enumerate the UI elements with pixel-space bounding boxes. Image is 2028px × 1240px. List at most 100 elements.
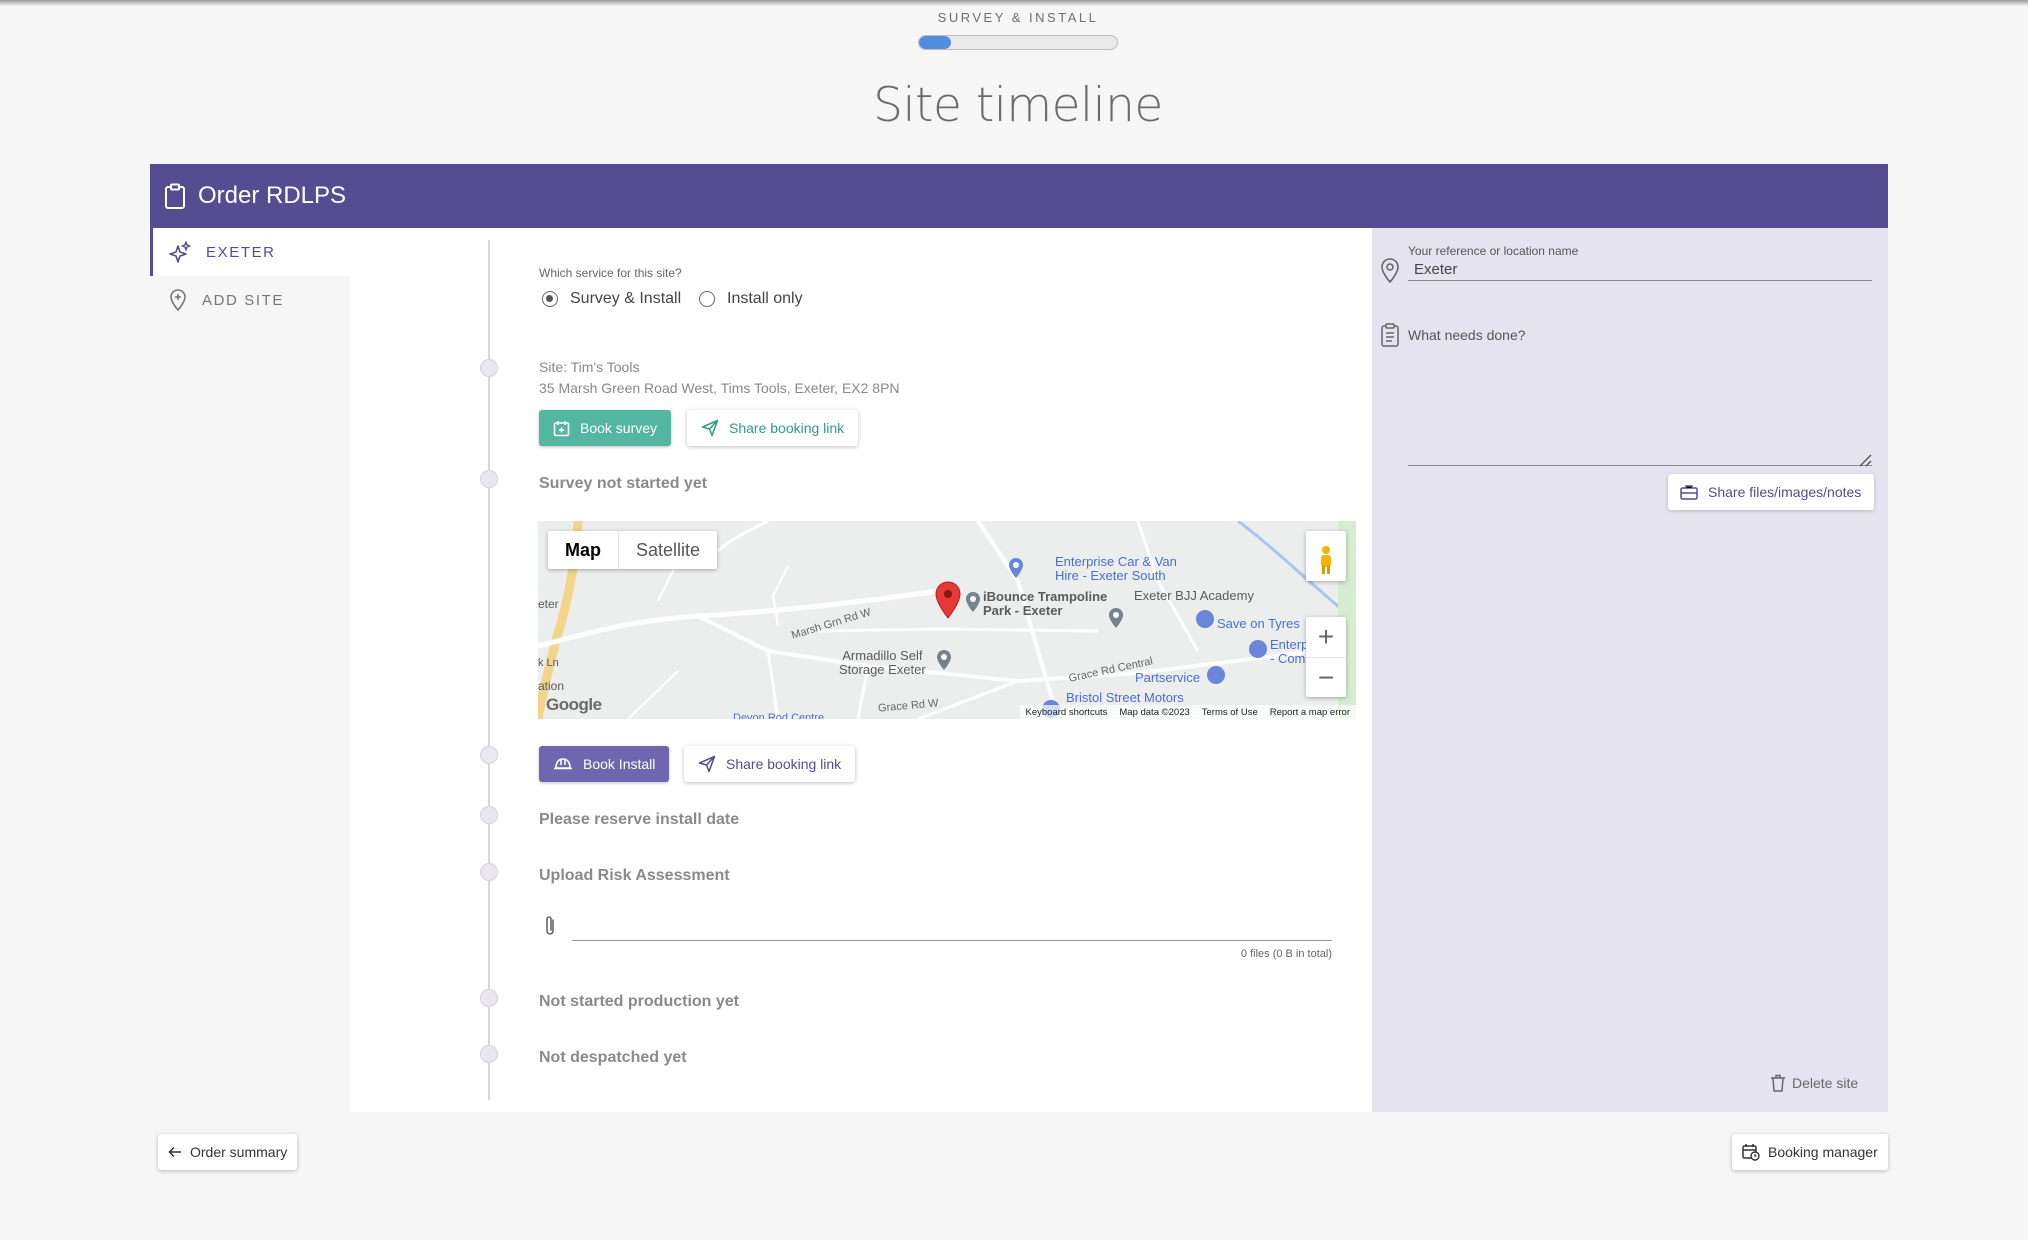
zoom-out-button[interactable]: − (1306, 657, 1346, 697)
order-card: Order RDLPS EXETER ADD SITE Which servic… (150, 164, 1888, 1112)
top-shadow (0, 0, 2028, 6)
file-upload-input[interactable] (572, 940, 1332, 941)
map-poi-partservice[interactable]: Partservice (1135, 671, 1200, 685)
site-name: Site: Tim's Tools (539, 359, 640, 375)
map-poi-ibounce[interactable]: iBounce Trampoline Park - Exeter (983, 590, 1107, 618)
production-status: Not started production yet (539, 993, 740, 1010)
reference-input[interactable]: Exeter (1414, 261, 1457, 278)
map-type-toggle: Map Satellite (548, 531, 718, 569)
needs-label: What needs done? (1408, 327, 1526, 343)
share-install-link-button[interactable]: Share booking link (684, 746, 856, 782)
timeline-dot (480, 470, 498, 488)
sparkle-icon (169, 241, 191, 263)
poi-marker-icon (1009, 558, 1023, 578)
calendar-clock-icon (1742, 1144, 1760, 1161)
timeline-dot (480, 806, 498, 824)
button-label: Share files/images/notes (1708, 484, 1862, 500)
add-location-icon (170, 289, 186, 312)
arrow-left-icon (168, 1146, 181, 1158)
zoom-in-button[interactable]: + (1306, 617, 1346, 657)
sidebar-item-exeter[interactable]: EXETER (150, 228, 350, 276)
needs-textarea[interactable] (1408, 348, 1872, 466)
site-address: 35 Marsh Green Road West, Tims Tools, Ex… (539, 380, 900, 396)
radio-survey-install[interactable]: Survey & Install (542, 290, 681, 308)
radio-button[interactable] (542, 291, 558, 307)
map-road-fragment: k Ln (538, 657, 559, 669)
map-poi-bristol[interactable]: Bristol Street Motors (1066, 691, 1184, 705)
map-poi-bjj[interactable]: Exeter BJJ Academy (1134, 589, 1254, 603)
survey-status: Survey not started yet (539, 475, 708, 492)
page-title: Site timeline (873, 78, 1163, 133)
map-tab-map[interactable]: Map (548, 531, 618, 569)
install-status: Please reserve install date (539, 811, 740, 828)
service-question: Which service for this site? (539, 266, 682, 280)
site-nav: EXETER ADD SITE (150, 228, 350, 1112)
button-label: Order summary (190, 1144, 288, 1160)
delete-site-button[interactable]: Delete site (1770, 1074, 1858, 1092)
order-title: Order RDLPS (198, 182, 347, 209)
map-poi-enterprise[interactable]: Enterprise Car & Van Hire - Exeter South (1055, 555, 1177, 583)
hard-hat-icon (554, 758, 572, 770)
book-install-button[interactable]: Book Install (539, 746, 670, 782)
site-details-panel: Your reference or location name Exeter W… (1372, 228, 1888, 1112)
clipboard-list-icon (1381, 323, 1399, 347)
clipboard-icon (165, 183, 185, 209)
timeline-dot (480, 863, 498, 881)
poi-marker-icon (1207, 666, 1225, 684)
sidebar-item-label: EXETER (206, 243, 276, 261)
order-header: Order RDLPS (150, 164, 1888, 228)
street-view-control[interactable] (1306, 531, 1346, 581)
timeline-dot (480, 746, 498, 764)
map-tab-satellite[interactable]: Satellite (618, 531, 717, 569)
despatch-status: Not despatched yet (539, 1049, 687, 1066)
map-data: Map data ©2023 (1119, 706, 1190, 718)
map-place-exeter: eter (538, 597, 559, 611)
pegman-icon (1321, 546, 1331, 574)
timeline-dot (480, 359, 498, 377)
reference-label: Your reference or location name (1408, 244, 1579, 258)
radio-button[interactable] (699, 291, 715, 307)
poi-marker-icon (937, 650, 951, 670)
step-label: SURVEY & INSTALL (937, 10, 1099, 25)
booking-manager-button[interactable]: Booking manager (1732, 1134, 1888, 1170)
reference-underline (1408, 280, 1872, 281)
timeline-dot (480, 989, 498, 1007)
map-keyboard-shortcuts[interactable]: Keyboard shortcuts (1026, 707, 1108, 718)
share-files-button[interactable]: Share files/images/notes (1668, 474, 1874, 510)
poi-marker-icon (1109, 608, 1123, 628)
resize-handle-icon[interactable] (1858, 453, 1872, 467)
map-poi-saveontyres[interactable]: Save on Tyres (1217, 617, 1300, 631)
button-label: Share booking link (726, 756, 842, 772)
briefcase-icon (1680, 485, 1698, 500)
poi-marker-icon (966, 592, 980, 612)
location-pin-icon[interactable] (934, 581, 962, 619)
share-survey-link-button[interactable]: Share booking link (687, 410, 859, 446)
timeline-dot (480, 1045, 498, 1063)
radio-label: Install only (727, 290, 803, 307)
poi-marker-icon (1249, 640, 1267, 658)
button-label: Booking manager (1768, 1144, 1878, 1160)
send-icon (701, 419, 719, 437)
trash-icon (1771, 1074, 1785, 1092)
button-label: Book Install (583, 756, 656, 772)
map-attribution: Keyboard shortcuts Map data ©2023 Terms … (1019, 705, 1356, 719)
site-map[interactable]: Map Satellite Enterprise Car & Van Hire -… (538, 521, 1356, 719)
map-poi-armadillo[interactable]: Armadillo Self Storage Exeter (839, 649, 926, 677)
files-summary: 0 files (0 B in total) (1240, 948, 1332, 960)
poi-marker-icon (1196, 610, 1214, 628)
book-survey-button[interactable]: Book survey (539, 410, 672, 446)
map-place-fragment: ation (538, 679, 565, 693)
map-poi-devon[interactable]: Devon Rod Centre (733, 711, 824, 719)
map-terms[interactable]: Terms of Use (1202, 707, 1258, 718)
map-report-error[interactable]: Report a map error (1270, 707, 1350, 718)
radio-install-only[interactable]: Install only (699, 290, 803, 308)
paperclip-icon[interactable] (543, 914, 557, 938)
order-summary-button[interactable]: Order summary (158, 1134, 298, 1170)
sidebar-item-label: ADD SITE (202, 291, 284, 309)
send-icon (698, 755, 716, 773)
google-logo: Google (546, 695, 602, 714)
risk-assessment-title: Upload Risk Assessment (539, 867, 730, 884)
sidebar-item-add-site[interactable]: ADD SITE (150, 276, 350, 324)
button-label: Delete site (1792, 1075, 1859, 1091)
zoom-controls: + − (1306, 617, 1346, 697)
